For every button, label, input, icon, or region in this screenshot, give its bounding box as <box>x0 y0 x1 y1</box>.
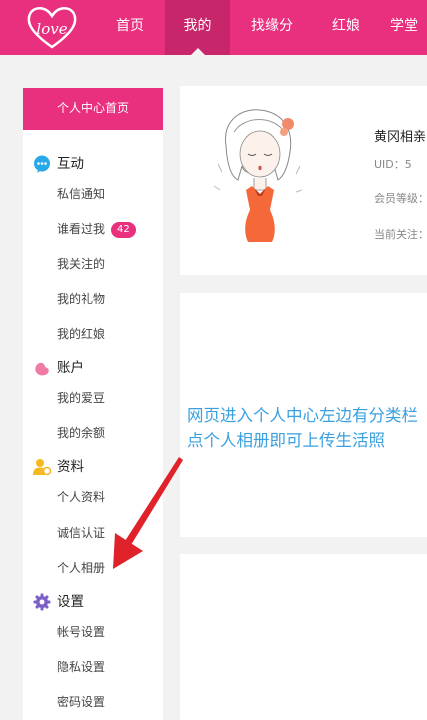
sidebar-item-label: 我的余额 <box>57 426 106 440</box>
red-arrow-icon <box>113 457 183 569</box>
member-level: 会员等级： <box>374 192 427 205</box>
sidebar-item-label: 谁看过我 <box>57 222 106 236</box>
sidebar-item-verification[interactable]: 诚信认证 <box>57 523 105 543</box>
sidebar-item-personal-info[interactable]: 个人资料 <box>57 487 105 507</box>
nav-find-match-label: 找缘分 <box>251 18 293 34</box>
profile-card: 黄冈相亲 UID：5 会员等级： 当前关注： <box>180 86 427 275</box>
sidebar-item-gifts[interactable]: 我的礼物 <box>57 289 105 309</box>
user-uid: UID：5 <box>374 158 412 171</box>
sidebar-item-label: 我的礼物 <box>57 292 106 306</box>
sidebar-item-visitors[interactable]: 谁看过我 42 <box>57 219 136 239</box>
sidebar-item-label: 我关注的 <box>57 257 106 271</box>
section-account-title: 账户 <box>57 360 84 376</box>
sidebar-item-label: 帐号设置 <box>57 625 106 639</box>
section-interaction-title: 互动 <box>57 156 84 172</box>
nav-matchmaker[interactable]: 红娘 <box>318 0 374 55</box>
profile-person-icon <box>33 459 51 476</box>
current-following: 当前关注： <box>374 228 427 241</box>
user-name: 黄冈相亲 <box>374 130 427 145</box>
logo-text: love <box>36 20 67 38</box>
sidebar-item-love-beans[interactable]: 我的爱豆 <box>57 388 105 408</box>
sidebar-item-label: 我的爱豆 <box>57 391 106 405</box>
nav-home-label: 首页 <box>116 18 144 34</box>
nav-mine[interactable]: 我的 <box>165 0 230 55</box>
sidebar-item-label: 个人相册 <box>57 561 106 575</box>
personal-center-home-button[interactable]: 个人中心首页 <box>23 88 163 130</box>
section-profile-title: 资料 <box>57 459 84 475</box>
sidebar-item-label: 私信通知 <box>57 187 106 201</box>
sidebar-item-account-settings[interactable]: 帐号设置 <box>57 622 105 642</box>
sidebar-item-label: 我的红娘 <box>57 327 106 341</box>
sidebar-item-label: 隐私设置 <box>57 660 106 674</box>
sidebar-item-label: 密码设置 <box>57 695 106 709</box>
nav-school-label: 学堂 <box>390 18 418 34</box>
active-indicator <box>190 48 205 55</box>
sidebar-item-label: 个人资料 <box>57 490 106 504</box>
sidebar-item-password-settings[interactable]: 密码设置 <box>57 692 105 712</box>
sidebar-item-privacy-settings[interactable]: 隐私设置 <box>57 657 105 677</box>
nav-mine-label: 我的 <box>183 18 212 34</box>
love-heart-logo[interactable]: love <box>24 3 80 51</box>
personal-center-home-label: 个人中心首页 <box>56 101 129 115</box>
top-nav-bar: love 首页 我的 找缘分 红娘 学堂 <box>0 0 427 55</box>
sidebar-item-photo-album[interactable]: 个人相册 <box>57 558 105 578</box>
visitor-count-badge: 42 <box>111 222 136 238</box>
sidebar-item-balance[interactable]: 我的余额 <box>57 423 105 443</box>
avatar[interactable] <box>204 106 316 244</box>
sidebar-item-messages[interactable]: 私信通知 <box>57 184 105 204</box>
sidebar-item-label: 诚信认证 <box>57 526 106 540</box>
nav-find-match[interactable]: 找缘分 <box>240 0 304 55</box>
nav-matchmaker-label: 红娘 <box>332 18 360 34</box>
nav-school[interactable]: 学堂 <box>390 0 427 55</box>
gear-icon <box>33 593 51 611</box>
content-card-lower <box>180 554 427 720</box>
chat-bubble-icon <box>34 155 50 173</box>
sidebar-item-following[interactable]: 我关注的 <box>57 254 105 274</box>
sidebar: 个人中心首页 互动 私信通知 谁看过我 42 我关注的 我的礼物 我的红娘 账户 … <box>23 88 163 720</box>
nav-home[interactable]: 首页 <box>100 0 160 55</box>
sidebar-item-matchmaker[interactable]: 我的红娘 <box>57 324 105 344</box>
section-settings-title: 设置 <box>57 594 84 610</box>
bean-icon <box>35 362 49 376</box>
instruction-annotation: 网页进入个人中心左边有分类栏点个人相册即可上传生活照 <box>187 406 418 450</box>
